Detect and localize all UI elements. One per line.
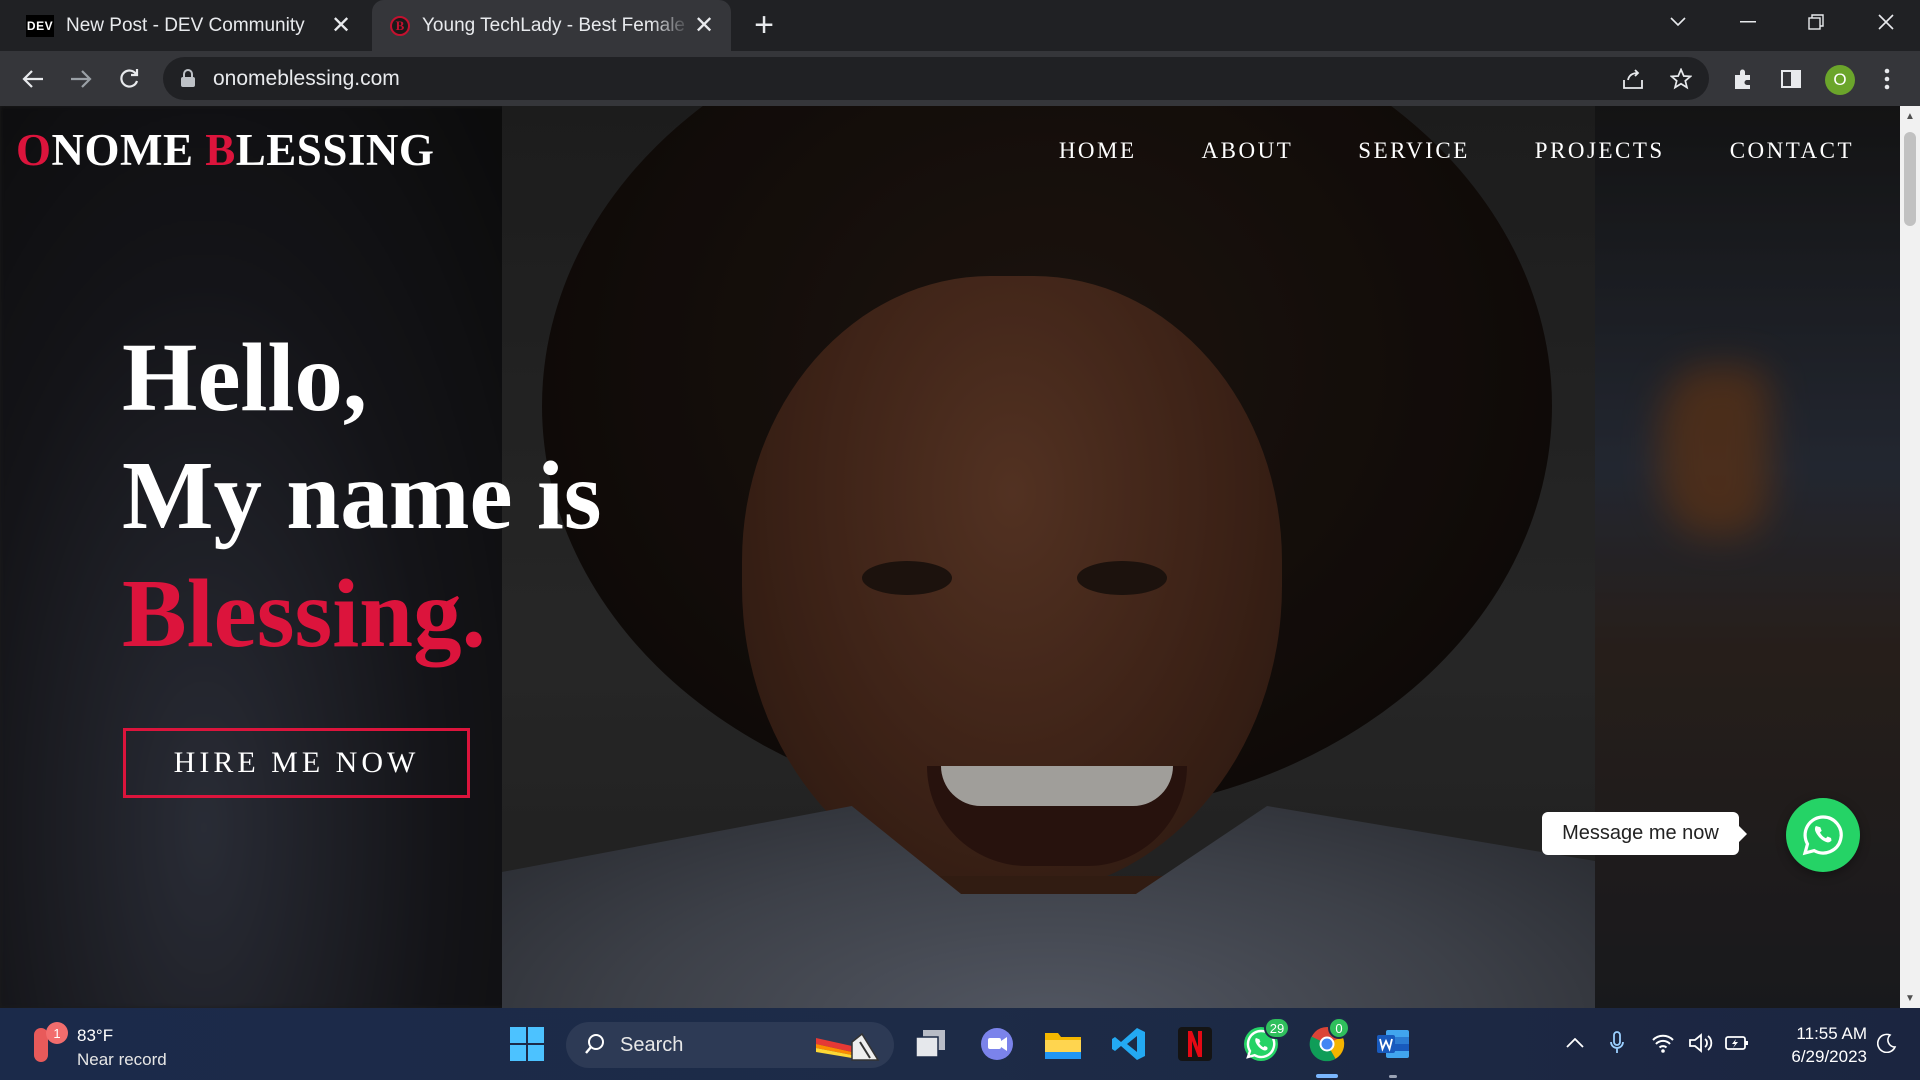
tab-dev-community[interactable]: DEV New Post - DEV Community ✕ bbox=[0, 0, 368, 51]
nav-home[interactable]: HOME bbox=[1059, 138, 1137, 164]
hero-name: Blessing. bbox=[122, 560, 486, 667]
hero-intro: My name is bbox=[122, 442, 602, 549]
url-text[interactable]: onomeblessing.com bbox=[213, 67, 400, 91]
scrollbar-thumb[interactable] bbox=[1904, 132, 1916, 226]
whatsapp-icon bbox=[1802, 815, 1843, 856]
weather-badge: 1 bbox=[46, 1022, 68, 1044]
bookmark-star-icon[interactable] bbox=[1665, 63, 1697, 95]
whatsapp-app-icon[interactable]: 29 bbox=[1240, 1017, 1290, 1065]
share-icon[interactable] bbox=[1617, 63, 1649, 95]
page-scrollbar[interactable]: ▲ ▼ bbox=[1900, 106, 1920, 1008]
chrome-profile-badge: 0 bbox=[1328, 1017, 1350, 1039]
close-tab-icon[interactable]: ✕ bbox=[691, 12, 717, 39]
show-hidden-icons-chevron-icon[interactable] bbox=[1560, 1028, 1590, 1058]
side-panel-icon[interactable] bbox=[1774, 62, 1808, 96]
nav-about[interactable]: ABOUT bbox=[1202, 138, 1294, 164]
back-button[interactable] bbox=[14, 60, 52, 98]
clock-time: 11:55 AM bbox=[1796, 1024, 1867, 1043]
running-app-indicator bbox=[1389, 1075, 1397, 1078]
vscode-icon[interactable] bbox=[1108, 1023, 1150, 1065]
weather-temperature: 83°F bbox=[77, 1026, 114, 1045]
logo-initial: O bbox=[16, 125, 52, 175]
wifi-icon[interactable] bbox=[1648, 1028, 1678, 1058]
whatsapp-unread-badge: 29 bbox=[1264, 1017, 1290, 1039]
scroll-up-arrow-icon[interactable]: ▲ bbox=[1900, 106, 1920, 126]
new-tab-button[interactable]: + bbox=[748, 8, 780, 42]
reload-button[interactable] bbox=[110, 60, 148, 98]
chrome-icon[interactable]: 0 bbox=[1306, 1017, 1350, 1065]
close-tab-icon[interactable]: ✕ bbox=[328, 12, 354, 39]
search-label: Search bbox=[620, 1034, 684, 1056]
browser-toolbar: onomeblessing.com bbox=[0, 51, 1920, 106]
battery-charging-icon[interactable] bbox=[1722, 1028, 1752, 1058]
hire-me-button[interactable]: HIRE ME NOW bbox=[123, 728, 470, 798]
search-icon bbox=[585, 1034, 604, 1054]
logo-initial: B bbox=[205, 125, 236, 175]
start-windows-icon[interactable] bbox=[506, 1023, 548, 1065]
logo-text: LESSING bbox=[235, 125, 435, 175]
close-window-button[interactable] bbox=[1860, 0, 1912, 44]
dev-favicon-icon: DEV bbox=[26, 14, 54, 37]
netflix-icon[interactable] bbox=[1174, 1023, 1216, 1065]
address-bar[interactable]: onomeblessing.com bbox=[163, 57, 1709, 100]
clock-date: 6/29/2023 bbox=[1791, 1047, 1867, 1066]
nav-projects[interactable]: PROJECTS bbox=[1535, 138, 1665, 164]
tab-search-chevron-icon[interactable] bbox=[1652, 0, 1704, 44]
forward-button[interactable] bbox=[62, 60, 100, 98]
whatsapp-message-tooltip[interactable]: Message me now bbox=[1542, 812, 1747, 855]
tab-onome-blessing[interactable]: B Young TechLady - Best Female Developer… bbox=[372, 0, 731, 51]
extensions-puzzle-icon[interactable] bbox=[1726, 62, 1760, 96]
taskbar-search[interactable]: Search bbox=[566, 1022, 894, 1068]
hero-greeting: Hello, bbox=[122, 324, 368, 431]
word-icon[interactable] bbox=[1372, 1023, 1414, 1065]
microphone-icon[interactable] bbox=[1602, 1028, 1632, 1058]
task-view-icon[interactable] bbox=[910, 1023, 952, 1065]
weather-widget[interactable]: 1 83°F Near record bbox=[30, 1022, 200, 1069]
file-explorer-icon[interactable] bbox=[1042, 1023, 1084, 1065]
browser-tab-strip: DEV New Post - DEV Community ✕ B Young T… bbox=[0, 0, 1920, 51]
weather-condition: Near record bbox=[77, 1050, 167, 1069]
browser-menu-icon[interactable] bbox=[1870, 62, 1904, 96]
pride-search-highlight-icon bbox=[816, 1032, 880, 1061]
restore-button[interactable] bbox=[1790, 0, 1842, 44]
nav-service[interactable]: SERVICE bbox=[1358, 138, 1470, 164]
teams-chat-icon[interactable] bbox=[976, 1023, 1018, 1065]
nav-contact[interactable]: CONTACT bbox=[1730, 138, 1854, 164]
logo-text: NOME bbox=[51, 125, 194, 175]
tab-title: Young TechLady - Best Female Developer bbox=[422, 14, 691, 36]
volume-icon[interactable] bbox=[1686, 1028, 1716, 1058]
profile-avatar[interactable]: O bbox=[1825, 65, 1855, 95]
minimize-button[interactable] bbox=[1722, 0, 1774, 44]
tab-title: New Post - DEV Community bbox=[66, 14, 305, 36]
site-navigation: HOME ABOUT SERVICE PROJECTS CONTACT bbox=[1059, 138, 1854, 164]
page-viewport: ONOME BLESSING HOME ABOUT SERVICE PROJEC… bbox=[0, 106, 1900, 1008]
scroll-down-arrow-icon[interactable]: ▼ bbox=[1900, 988, 1920, 1008]
system-clock[interactable]: 11:55 AM 6/29/2023 bbox=[1757, 1022, 1867, 1068]
whatsapp-chat-button[interactable] bbox=[1786, 798, 1860, 872]
site-logo[interactable]: ONOME BLESSING bbox=[16, 124, 434, 176]
windows-taskbar: 1 83°F Near record Search 29 0 11:55 AM … bbox=[0, 1008, 1920, 1080]
focus-moon-icon[interactable] bbox=[1872, 1028, 1902, 1058]
active-app-indicator bbox=[1316, 1074, 1338, 1078]
dark-overlay bbox=[0, 106, 1900, 1008]
lock-icon[interactable] bbox=[181, 69, 195, 87]
site-favicon-icon: B bbox=[390, 15, 410, 36]
